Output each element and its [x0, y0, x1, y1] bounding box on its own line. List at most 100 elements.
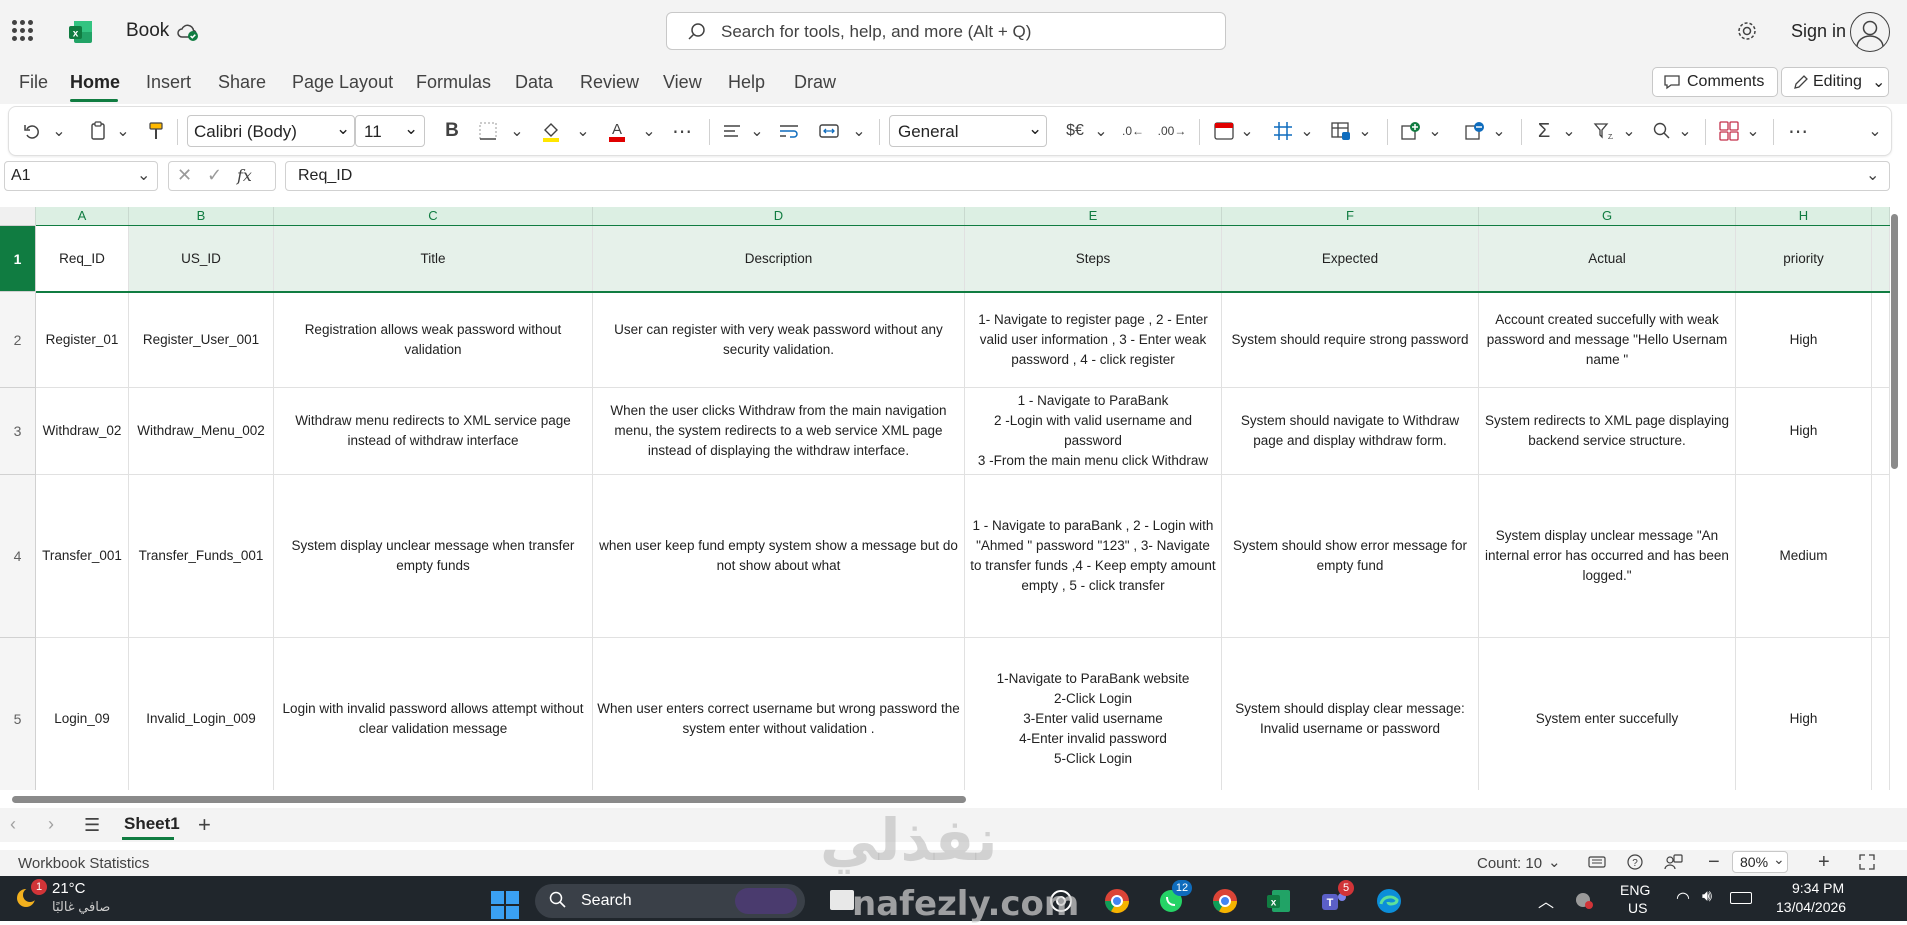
cell-f2[interactable]: System should require strong password: [1222, 292, 1479, 388]
formula-input[interactable]: Req_ID ⌄: [285, 161, 1890, 191]
comments-button[interactable]: Comments: [1652, 67, 1778, 97]
expand-ribbon-icon[interactable]: ⌄: [1867, 117, 1883, 145]
conditional-formatting-icon[interactable]: [1213, 117, 1235, 145]
prev-sheet-icon[interactable]: ‹: [10, 814, 16, 835]
column-header-c[interactable]: C: [274, 207, 593, 225]
increase-decimal-icon[interactable]: .00→: [1158, 117, 1187, 145]
font-color-dropdown-icon[interactable]: ⌄: [641, 117, 657, 145]
format-as-table-icon[interactable]: [1271, 117, 1295, 145]
menu-help[interactable]: Help: [728, 72, 765, 93]
add-sheet-icon[interactable]: +: [198, 812, 211, 838]
cell-f1[interactable]: Expected: [1222, 226, 1479, 292]
menu-data[interactable]: Data: [515, 72, 553, 93]
spreadsheet-grid[interactable]: ABCDEFGH 1 Req_ID US_ID Title Description Ste…: [0, 207, 1890, 790]
count-summary[interactable]: Count: 10: [1477, 855, 1542, 872]
cell-g3[interactable]: System redirects to XML page displaying …: [1479, 388, 1736, 475]
cell-b1[interactable]: US_ID: [129, 226, 274, 292]
delete-cells-icon[interactable]: [1463, 117, 1487, 145]
cell-d3[interactable]: When the user clicks Withdraw from the m…: [593, 388, 965, 475]
fill-color-dropdown-icon[interactable]: ⌄: [575, 117, 591, 145]
fill-color-icon[interactable]: [539, 117, 563, 145]
cell-h2[interactable]: High: [1736, 292, 1872, 388]
add-ins-dropdown-icon[interactable]: ⌄: [1745, 117, 1761, 145]
wrap-text-icon[interactable]: [777, 117, 801, 145]
search-box[interactable]: Search for tools, help, and more (Alt + …: [666, 12, 1226, 50]
cloud-saved-icon[interactable]: [176, 20, 200, 49]
cell-e4[interactable]: 1 - Navigate to paraBank , 2 - Login wit…: [965, 475, 1222, 638]
next-sheet-icon[interactable]: ›: [48, 814, 54, 835]
decrease-decimal-icon[interactable]: .0←: [1121, 117, 1145, 145]
insert-dropdown-icon[interactable]: ⌄: [1427, 117, 1443, 145]
cell-c2[interactable]: Registration allows weak password withou…: [274, 292, 593, 388]
antivirus-icon[interactable]: [1574, 890, 1594, 910]
menu-home[interactable]: Home: [70, 72, 120, 93]
currency-dropdown-icon[interactable]: ⌄: [1093, 117, 1109, 145]
row-header-1[interactable]: 1: [0, 226, 36, 292]
language-top[interactable]: ENG: [1620, 882, 1650, 898]
cell-a4[interactable]: Transfer_001: [36, 475, 129, 638]
confirm-icon[interactable]: ✓: [207, 165, 222, 186]
accessibility-icon[interactable]: [1588, 854, 1606, 875]
number-format-dropdown[interactable]: General ⌄: [889, 115, 1047, 147]
cell-e3[interactable]: 1 - Navigate to ParaBank 2 -Login with v…: [965, 388, 1222, 475]
font-size-dropdown[interactable]: 11 ⌄: [355, 115, 425, 147]
add-ins-icon[interactable]: [1717, 117, 1741, 145]
bold-button[interactable]: B: [441, 117, 463, 145]
autosum-icon[interactable]: Σ: [1533, 117, 1555, 145]
horizontal-scroll-thumb[interactable]: [12, 796, 966, 803]
menu-page-layout[interactable]: Page Layout: [292, 72, 393, 93]
find-dropdown-icon[interactable]: ⌄: [1677, 117, 1693, 145]
cell-g5[interactable]: System enter succefully: [1479, 638, 1736, 790]
select-all-corner[interactable]: [0, 207, 36, 225]
menu-share[interactable]: Share: [218, 72, 266, 93]
column-header-e[interactable]: E: [965, 207, 1222, 225]
cell-f3[interactable]: System should navigate to Withdraw page …: [1222, 388, 1479, 475]
cell-f4[interactable]: System should show error message for emp…: [1222, 475, 1479, 638]
volume-icon[interactable]: 🔊︎: [1702, 888, 1712, 906]
borders-icon[interactable]: [475, 117, 501, 145]
cell-d2[interactable]: User can register with very weak passwor…: [593, 292, 965, 388]
cell-h1[interactable]: priority: [1736, 226, 1872, 292]
cell-c3[interactable]: Withdraw menu redirects to XML service p…: [274, 388, 593, 475]
cell-c4[interactable]: System display unclear message when tran…: [274, 475, 593, 638]
battery-icon[interactable]: [1730, 892, 1752, 904]
all-sheets-menu-icon[interactable]: ☰: [84, 815, 100, 836]
font-name-dropdown[interactable]: Calibri (Body) ⌄: [187, 115, 355, 147]
sort-dropdown-icon[interactable]: ⌄: [1621, 117, 1637, 145]
merge-cells-icon[interactable]: [817, 117, 841, 145]
align-dropdown-icon[interactable]: ⌄: [749, 117, 765, 145]
cell-e5[interactable]: 1-Navigate to ParaBank website 2-Click L…: [965, 638, 1222, 790]
paste-dropdown-icon[interactable]: ⌄: [115, 117, 131, 145]
menu-formulas[interactable]: Formulas: [416, 72, 491, 93]
format-painter-icon[interactable]: [145, 117, 167, 145]
clipboard-icon[interactable]: [87, 117, 109, 145]
conditional-dropdown-icon[interactable]: ⌄: [1239, 117, 1255, 145]
sign-in-link[interactable]: Sign in: [1791, 21, 1846, 42]
row-header-3[interactable]: 3: [0, 388, 36, 475]
cell-h4[interactable]: Medium: [1736, 475, 1872, 638]
styles-dropdown-icon[interactable]: ⌄: [1357, 117, 1373, 145]
autosum-dropdown-icon[interactable]: ⌄: [1561, 117, 1577, 145]
chevron-down-icon[interactable]: ⌄: [1548, 853, 1561, 871]
cell-d5[interactable]: When user enters correct username but wr…: [593, 638, 965, 790]
more-options-icon[interactable]: ⋯: [1785, 117, 1811, 145]
cell-a5[interactable]: Login_09: [36, 638, 129, 790]
cell-e2[interactable]: 1- Navigate to register page , 2 - Enter…: [965, 292, 1222, 388]
wifi-icon[interactable]: ◠: [1676, 888, 1690, 908]
zoom-out-icon[interactable]: −: [1708, 851, 1720, 874]
cell-a3[interactable]: Withdraw_02: [36, 388, 129, 475]
cell-styles-icon[interactable]: [1329, 117, 1353, 145]
cancel-icon[interactable]: ✕: [177, 165, 192, 186]
cell-b4[interactable]: Transfer_Funds_001: [129, 475, 274, 638]
column-header-f[interactable]: F: [1222, 207, 1479, 225]
sheet-tab-sheet1[interactable]: Sheet1: [124, 814, 180, 834]
cell-a1[interactable]: Req_ID: [36, 226, 129, 292]
align-icon[interactable]: [721, 117, 743, 145]
currency-format-icon[interactable]: $€: [1063, 117, 1087, 145]
menu-draw[interactable]: Draw: [794, 72, 836, 93]
cell-c5[interactable]: Login with invalid password allows attem…: [274, 638, 593, 790]
taskbar-search[interactable]: Search: [535, 884, 805, 918]
column-header-h[interactable]: H: [1736, 207, 1872, 225]
cell-c1[interactable]: Title: [274, 226, 593, 292]
cell-d1[interactable]: Description: [593, 226, 965, 292]
